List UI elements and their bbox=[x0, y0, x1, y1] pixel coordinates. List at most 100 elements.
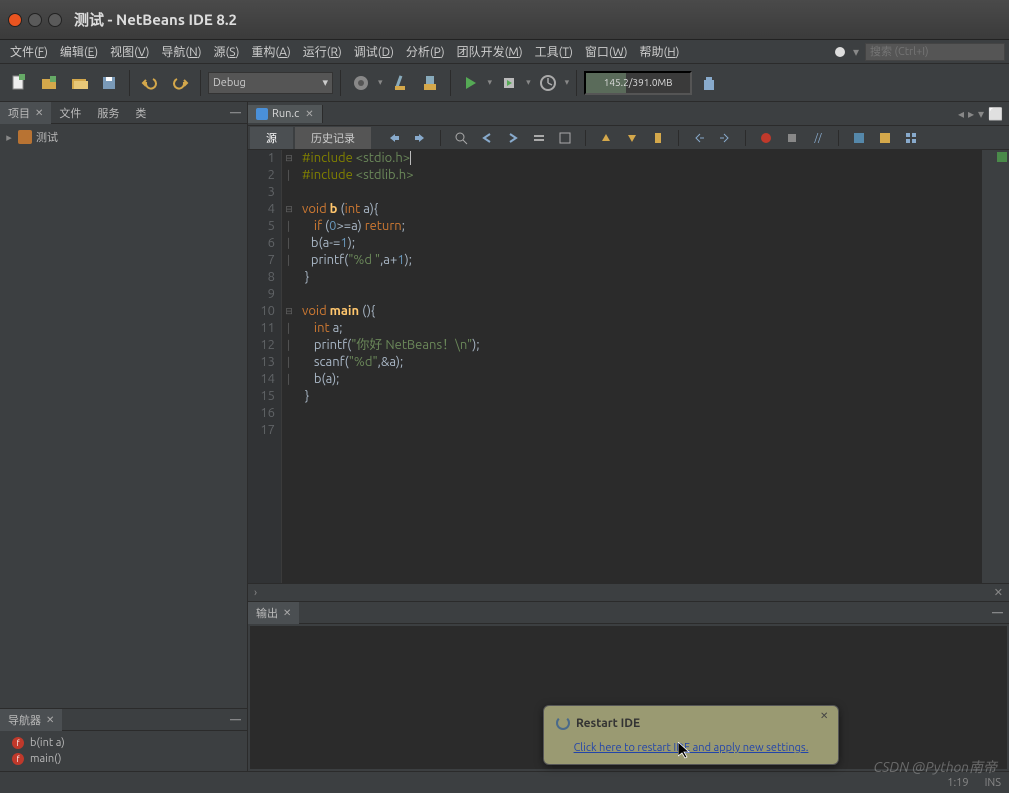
new-file-button[interactable] bbox=[6, 70, 32, 96]
tab-projects[interactable]: 项目✕ bbox=[0, 102, 51, 124]
close-icon[interactable]: ✕ bbox=[305, 108, 313, 120]
toggle-bookmark-button[interactable] bbox=[649, 129, 667, 147]
history-tab[interactable]: 历史记录 bbox=[295, 127, 371, 149]
tab-classes[interactable]: 类 bbox=[127, 102, 154, 124]
shift-right-button[interactable] bbox=[716, 129, 734, 147]
main-toolbar: Debug▾ ▾ ▾ ▾ ▾ 145.2/391.0MB bbox=[0, 64, 1009, 102]
project-name: 测试 bbox=[36, 129, 58, 145]
minimize-panel-button[interactable]: — bbox=[986, 607, 1009, 619]
code-editor[interactable]: 1234567891011121314151617 ⊟│ ⊟│││ ⊟││││ … bbox=[248, 150, 1009, 583]
menu-f[interactable]: 文件(F) bbox=[4, 41, 54, 62]
minimize-panel-button[interactable]: — bbox=[224, 107, 247, 119]
refresh-icon bbox=[556, 716, 570, 730]
menubar: 文件(F)编辑(E)视图(V)导航(N)源(S)重构(A)运行(R)调试(D)分… bbox=[0, 40, 1009, 64]
show-includes-button[interactable] bbox=[902, 129, 920, 147]
window-minimize-button[interactable] bbox=[28, 13, 42, 27]
global-search-input[interactable] bbox=[865, 43, 1005, 61]
source-tab[interactable]: 源 bbox=[250, 127, 293, 149]
clean-button[interactable] bbox=[417, 70, 443, 96]
tab-files[interactable]: 文件 bbox=[51, 102, 89, 124]
tab-output[interactable]: 输出✕ bbox=[248, 602, 299, 624]
run-config-combo[interactable]: Debug▾ bbox=[208, 72, 333, 94]
open-project-button[interactable] bbox=[66, 70, 92, 96]
restart-ide-link[interactable]: Click here to restart IDE and apply new … bbox=[556, 742, 826, 754]
minimize-panel-button[interactable]: — bbox=[224, 714, 247, 726]
window-close-button[interactable] bbox=[8, 13, 22, 27]
nav-forward-button[interactable] bbox=[411, 129, 429, 147]
menu-d[interactable]: 调试(D) bbox=[348, 41, 400, 62]
goto-source-button[interactable] bbox=[876, 129, 894, 147]
heap-usage-indicator[interactable]: 145.2/391.0MB bbox=[584, 71, 692, 95]
left-panel-tabs: 项目✕ 文件 服务 类 — bbox=[0, 102, 247, 124]
navigator-item[interactable]: fb(int a) bbox=[4, 735, 243, 751]
scroll-left-icon[interactable]: ◂ bbox=[958, 107, 964, 121]
close-icon[interactable]: ✕ bbox=[820, 710, 832, 722]
shift-left-button[interactable] bbox=[690, 129, 708, 147]
tabs-dropdown-icon[interactable]: ▾ bbox=[978, 107, 984, 121]
clean-build-button[interactable] bbox=[387, 70, 413, 96]
close-icon[interactable]: ✕ bbox=[994, 586, 1003, 599]
menu-v[interactable]: 视图(V) bbox=[104, 41, 155, 62]
find-selection-button[interactable] bbox=[452, 129, 470, 147]
fold-column[interactable]: ⊟│ ⊟│││ ⊟││││ bbox=[282, 150, 296, 583]
gc-button[interactable] bbox=[696, 70, 722, 96]
menu-r[interactable]: 运行(R) bbox=[297, 41, 348, 62]
close-icon[interactable]: ✕ bbox=[46, 714, 54, 726]
no-errors-icon bbox=[997, 152, 1007, 162]
function-icon: f bbox=[12, 737, 24, 749]
tab-services[interactable]: 服务 bbox=[89, 102, 127, 124]
macro-record-button[interactable] bbox=[757, 129, 775, 147]
redo-button[interactable] bbox=[167, 70, 193, 96]
close-icon[interactable]: ✕ bbox=[35, 107, 43, 119]
navigator-list: fb(int a) fmain() bbox=[0, 731, 247, 771]
maximize-icon[interactable]: ⬜ bbox=[988, 107, 1003, 121]
prev-bookmark-button[interactable] bbox=[597, 129, 615, 147]
macro-stop-button[interactable] bbox=[783, 129, 801, 147]
menu-w[interactable]: 窗口(W) bbox=[579, 41, 634, 62]
window-title: 测试 - NetBeans IDE 8.2 bbox=[74, 9, 237, 30]
comment-button[interactable]: // bbox=[809, 129, 827, 147]
goto-header-button[interactable] bbox=[850, 129, 868, 147]
expand-icon[interactable]: ▸ bbox=[4, 131, 14, 144]
profile-button[interactable] bbox=[535, 70, 561, 96]
scroll-right-icon[interactable]: ▸ bbox=[968, 107, 974, 121]
find-next-button[interactable] bbox=[504, 129, 522, 147]
menu-n[interactable]: 导航(N) bbox=[155, 41, 207, 62]
insert-mode: INS bbox=[985, 777, 1001, 789]
editor-sub-tabs: 源 历史记录 // bbox=[248, 126, 1009, 150]
toggle-rect-select-button[interactable] bbox=[556, 129, 574, 147]
vertical-scrollbar[interactable] bbox=[981, 150, 995, 583]
menu-e[interactable]: 编辑(E) bbox=[54, 41, 104, 62]
project-icon bbox=[18, 130, 32, 144]
tab-navigator[interactable]: 导航器✕ bbox=[0, 709, 62, 731]
find-prev-button[interactable] bbox=[478, 129, 496, 147]
window-maximize-button[interactable] bbox=[48, 13, 62, 27]
editor-breadcrumb: › ✕ bbox=[248, 583, 1009, 601]
nav-back-button[interactable] bbox=[385, 129, 403, 147]
close-icon[interactable]: ✕ bbox=[283, 607, 291, 619]
menu-a[interactable]: 重构(A) bbox=[245, 41, 296, 62]
code-content[interactable]: #include <stdio.h>#include <stdlib.h> vo… bbox=[296, 150, 981, 583]
breadcrumb-expand-icon[interactable]: › bbox=[254, 587, 257, 599]
save-all-button[interactable] bbox=[96, 70, 122, 96]
menu-s[interactable]: 源(S) bbox=[208, 41, 246, 62]
tree-row[interactable]: ▸ 测试 bbox=[4, 128, 243, 146]
menu-t[interactable]: 工具(T) bbox=[529, 41, 579, 62]
menu-h[interactable]: 帮助(H) bbox=[634, 41, 686, 62]
menu-m[interactable]: 团队开发(M) bbox=[451, 41, 529, 62]
menu-p[interactable]: 分析(P) bbox=[400, 41, 451, 62]
cursor-position: 1:19 bbox=[947, 777, 968, 789]
line-gutter[interactable]: 1234567891011121314151617 bbox=[248, 150, 282, 583]
debug-button[interactable] bbox=[496, 70, 522, 96]
build-button[interactable] bbox=[348, 70, 374, 96]
error-stripe[interactable] bbox=[995, 150, 1009, 583]
undo-button[interactable] bbox=[137, 70, 163, 96]
navigator-item[interactable]: fmain() bbox=[4, 751, 243, 767]
new-project-button[interactable] bbox=[36, 70, 62, 96]
next-bookmark-button[interactable] bbox=[623, 129, 641, 147]
toggle-highlight-button[interactable] bbox=[530, 129, 548, 147]
notifications-icon[interactable] bbox=[835, 47, 845, 57]
project-tree[interactable]: ▸ 测试 bbox=[0, 124, 247, 708]
editor-tab[interactable]: Run.c ✕ bbox=[248, 105, 323, 123]
run-button[interactable] bbox=[458, 70, 484, 96]
